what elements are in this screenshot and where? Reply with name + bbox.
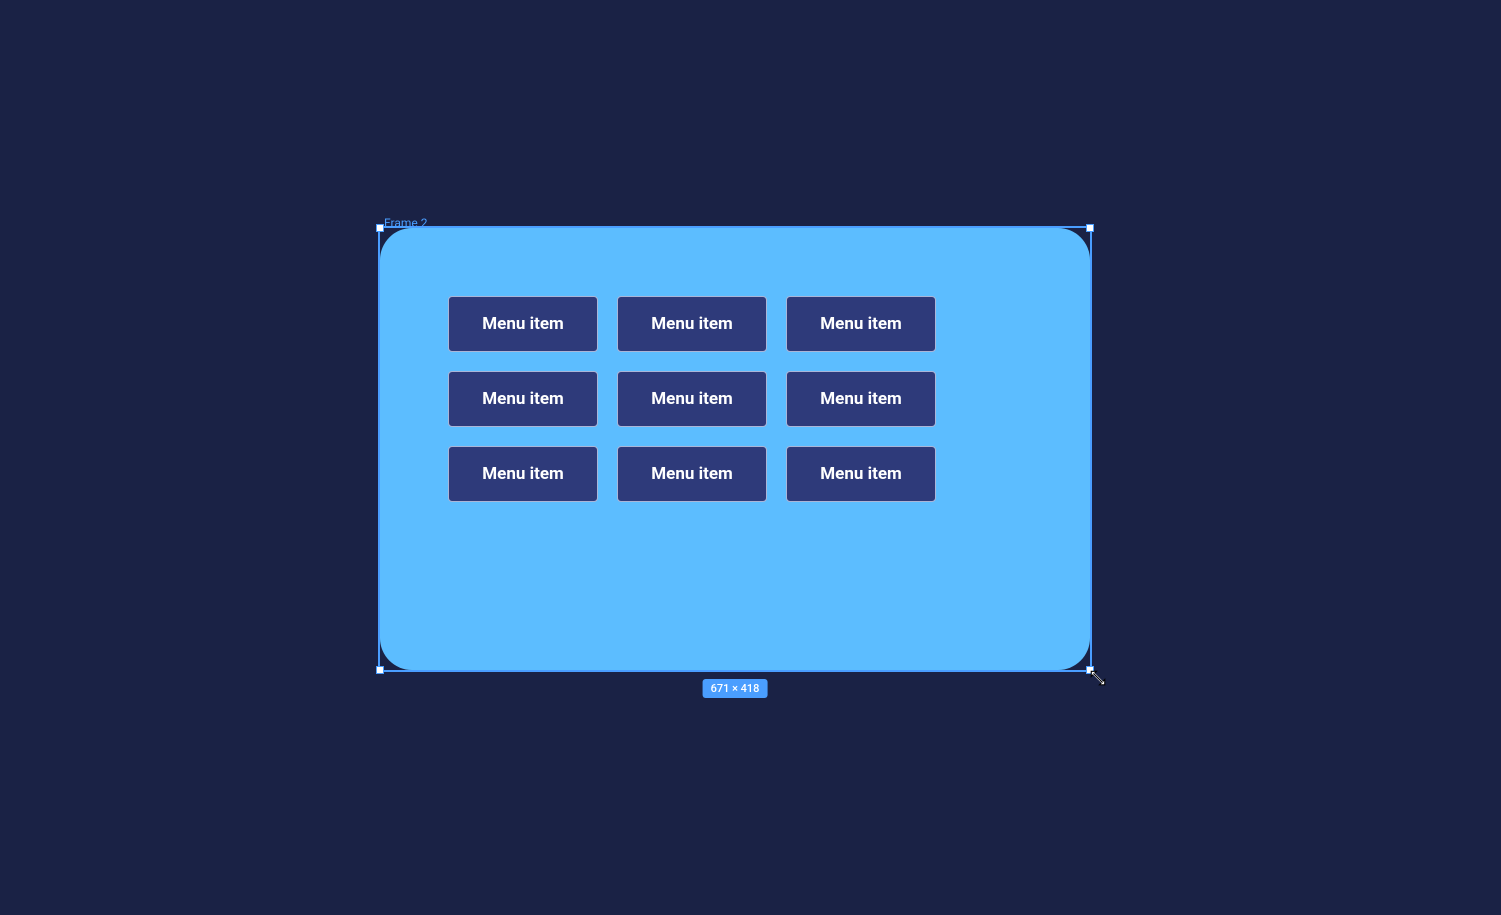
- menu-item[interactable]: Menu item: [786, 371, 936, 427]
- menu-item-label: Menu item: [820, 314, 902, 334]
- frame-2[interactable]: Menu item Menu item Menu item Menu item …: [380, 228, 1090, 670]
- menu-item-label: Menu item: [820, 464, 902, 484]
- menu-item-label: Menu item: [651, 464, 733, 484]
- menu-item[interactable]: Menu item: [617, 296, 767, 352]
- menu-item-label: Menu item: [651, 314, 733, 334]
- menu-item-label: Menu item: [482, 314, 564, 334]
- menu-grid: Menu item Menu item Menu item Menu item …: [448, 296, 1022, 502]
- menu-item[interactable]: Menu item: [617, 371, 767, 427]
- resize-cursor-icon: [1089, 669, 1107, 691]
- menu-item[interactable]: Menu item: [448, 296, 598, 352]
- frame-wrapper: Menu item Menu item Menu item Menu item …: [380, 228, 1090, 670]
- menu-item[interactable]: Menu item: [448, 446, 598, 502]
- menu-item[interactable]: Menu item: [786, 296, 936, 352]
- menu-item[interactable]: Menu item: [786, 446, 936, 502]
- menu-item-label: Menu item: [482, 389, 564, 409]
- menu-item-label: Menu item: [651, 389, 733, 409]
- design-canvas[interactable]: Frame 2 Menu item Menu item Menu item Me…: [0, 0, 1501, 915]
- menu-item-label: Menu item: [482, 464, 564, 484]
- menu-item[interactable]: Menu item: [617, 446, 767, 502]
- menu-item[interactable]: Menu item: [448, 371, 598, 427]
- dimensions-badge: 671 × 418: [703, 679, 768, 698]
- menu-item-label: Menu item: [820, 389, 902, 409]
